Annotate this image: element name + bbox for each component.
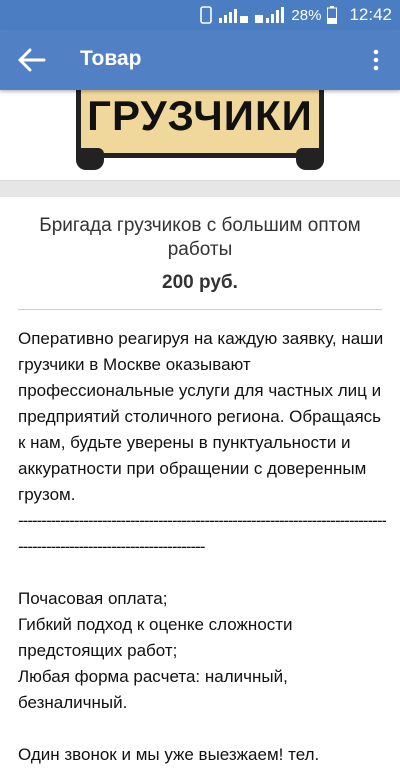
dash-separator-2: ---------------------------------------- bbox=[18, 537, 205, 556]
signal-icon bbox=[219, 9, 249, 23]
description-line: Почасовая оплата; bbox=[18, 589, 168, 608]
hand-right bbox=[296, 148, 324, 170]
product-description: Оперативно реагируя на каждую заявку, на… bbox=[18, 326, 386, 768]
sign-text: ГРУЗЧИКИ bbox=[87, 92, 313, 139]
description-paragraph: Оперативно реагируя на каждую заявку, на… bbox=[18, 329, 384, 504]
app-bar: Товар bbox=[0, 30, 400, 90]
phone-icon bbox=[200, 6, 213, 24]
more-options-icon[interactable] bbox=[366, 48, 386, 72]
status-icons: 28% 12:42 bbox=[199, 5, 392, 25]
product-image: ГРУЗЧИКИ bbox=[0, 90, 400, 180]
product-title: Бригада грузчиков с большим оптом работы bbox=[39, 215, 361, 260]
dash-separator: ----------------------------------------… bbox=[18, 511, 386, 530]
divider bbox=[18, 309, 382, 310]
product-price: 200 руб. bbox=[162, 272, 238, 293]
back-arrow-icon[interactable] bbox=[16, 46, 48, 74]
clock: 12:42 bbox=[349, 5, 392, 24]
sign-board: ГРУЗЧИКИ bbox=[76, 90, 324, 158]
description-line: Один звонок и мы уже выезжаем! тел. bbox=[18, 745, 320, 764]
section-separator bbox=[0, 180, 400, 197]
page-title: Товар bbox=[80, 47, 142, 70]
battery-percent: 28% bbox=[291, 6, 322, 24]
hand-left bbox=[76, 148, 104, 170]
status-bar: 28% 12:42 bbox=[0, 0, 400, 30]
signal-2-icon bbox=[255, 7, 285, 23]
description-line: Гибкий подход к оценке сложности предсто… bbox=[18, 615, 293, 660]
description-line: Любая форма расчета: наличный, безналичн… bbox=[18, 667, 288, 712]
battery-icon bbox=[327, 6, 338, 24]
